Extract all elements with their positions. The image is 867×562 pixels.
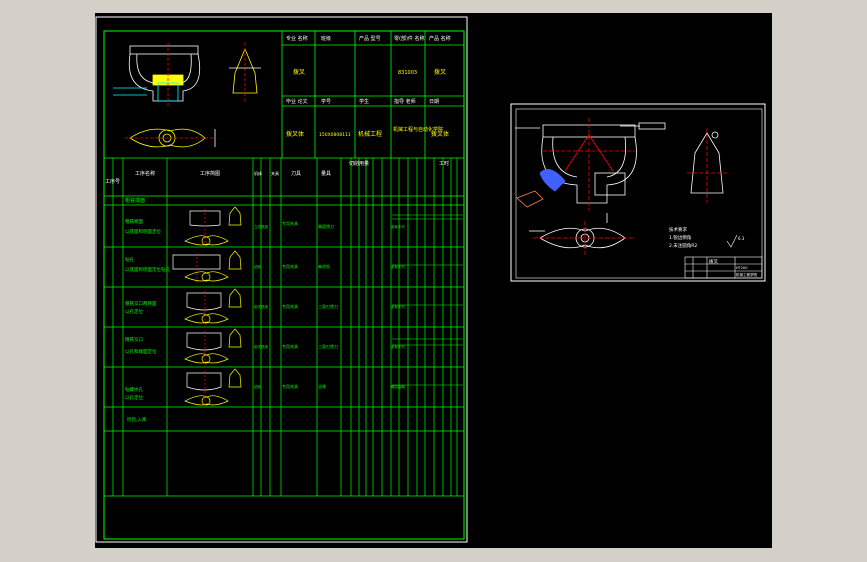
op4-fixture: 专用夹具	[282, 343, 298, 349]
hdr-v1-1: 831003	[398, 70, 417, 76]
part-sheet-frame-inner	[515, 108, 763, 279]
hdr-v2-4: 拨叉体	[431, 130, 449, 138]
op2-sketch	[172, 250, 242, 285]
cad-drawing: 专业 名称 班级 产品 型号 零(部)件 名称 产品 名称 毕业 论文 学号 学…	[95, 16, 766, 543]
hdr-v1-0: 拨叉	[293, 68, 305, 76]
hdr-r1-3: 零(部)件 名称	[394, 35, 425, 42]
col-h-7: 切削用量	[349, 160, 369, 167]
header-sketch-front	[113, 43, 201, 108]
op2-tool: 麻花钻	[318, 263, 330, 269]
op5-name: 钻螺纹孔	[125, 386, 143, 393]
numeric-cells	[392, 214, 463, 386]
op4-name: 精铣叉口	[125, 336, 143, 343]
roughness-symbol: 6.3	[726, 234, 745, 248]
header-sketch-top	[125, 128, 216, 148]
op4-desc: 以孔和端面定位	[125, 348, 157, 355]
tech-req: 技术要求 1.锐边倒角 2.未注圆角R2	[669, 226, 697, 249]
op3-sketch	[184, 288, 242, 325]
op1-sketch	[184, 206, 242, 247]
op2-name: 钻孔	[125, 256, 134, 263]
col-h-0: 工序号	[105, 178, 120, 185]
part-side-view	[687, 128, 727, 203]
op3-fixture: 专用夹具	[282, 303, 298, 309]
op5-machine: 钻床	[254, 384, 262, 389]
tech-req-0: 技术要求	[669, 226, 687, 233]
op0-hdr-name: 粗铣端面	[125, 197, 145, 204]
hdr-v1-2: 拨叉	[434, 68, 446, 76]
tb-school: 机械工程学院	[736, 272, 757, 277]
hdr-r2-3: 指导 老师	[394, 98, 416, 105]
hdr-r1-1: 班级	[321, 35, 331, 42]
op2-desc: 以底面和侧面定位钻孔	[125, 266, 170, 273]
op2-machine: 钻床	[254, 264, 262, 269]
op3-machine: 卧式铣床	[254, 304, 268, 309]
col-h-8: 工时	[439, 160, 449, 167]
hdr-r1-2: 产品 型号	[359, 35, 381, 42]
op4-tool: 三面刃铣刀	[318, 343, 338, 349]
hdr-v2-1: 150X0808111	[319, 132, 351, 138]
op3-tool: 三面刃铣刀	[318, 303, 338, 309]
op-table-grid	[104, 158, 464, 497]
part-front-view	[515, 118, 666, 223]
hdr-r2-0: 毕业 论文	[286, 98, 308, 105]
col-h-6: 量具	[321, 170, 331, 177]
col-h-2: 工序简图	[200, 170, 220, 177]
tb-material: HT200	[736, 266, 747, 270]
hdr-r2-2: 学生	[359, 98, 369, 105]
hdr-r1-0: 专业 名称	[286, 35, 308, 42]
op1-desc: 以底面和侧面定位	[125, 228, 161, 235]
hdr-r2-4: 日期	[429, 99, 439, 105]
hdr-r1-4: 产品 名称	[429, 35, 451, 42]
op4-sketch	[184, 328, 242, 365]
tech-req-1: 1.锐边倒角	[669, 234, 691, 241]
op5-desc: 以孔定位	[125, 394, 143, 401]
op5-fixture: 专用夹具	[282, 383, 298, 389]
op5-tool: 丝锥	[318, 383, 326, 389]
part-drawing-sheet: 技术要求 1.锐边倒角 2.未注圆角R2 6.3 拨叉 HT200 机械工程学院	[510, 103, 766, 282]
op1-gauge: 游标卡尺	[391, 224, 405, 229]
op1-tool: 端面铣刀	[318, 223, 334, 229]
hdr-r2-1: 学号	[321, 98, 331, 105]
header-sketch-side	[229, 43, 261, 101]
col-h-1: 工序名称	[135, 170, 155, 177]
hdr-v2-2: 机械工程	[358, 130, 382, 138]
col-h-3: 机床	[254, 170, 262, 176]
col-h-4: 夹具	[271, 170, 279, 176]
op3-name: 粗铣叉口两侧面	[125, 300, 157, 307]
op6-name: 检验,入库	[127, 416, 147, 423]
op-sketches	[172, 206, 242, 407]
op2-fixture: 专用夹具	[282, 263, 298, 269]
op5-sketch	[184, 368, 242, 407]
cad-canvas[interactable]: 专业 名称 班级 产品 型号 零(部)件 名称 产品 名称 毕业 论文 学号 学…	[95, 13, 772, 548]
part-top-view	[529, 221, 635, 255]
hdr-v2-0: 拨叉体	[286, 130, 304, 138]
tb-name: 拨叉	[709, 258, 718, 265]
part-sheet-frame-outer	[510, 103, 766, 282]
process-card-sheet: 专业 名称 班级 产品 型号 零(部)件 名称 产品 名称 毕业 论文 学号 学…	[95, 16, 468, 543]
tech-req-2: 2.未注圆角R2	[669, 242, 697, 249]
op1-name: 粗铣端面	[125, 218, 143, 225]
sheet-frame-inner	[103, 30, 465, 540]
op1-fixture: 专用夹具	[282, 220, 298, 226]
roughness-value: 6.3	[738, 236, 745, 241]
op3-desc: 以孔定位	[125, 308, 143, 315]
col-h-5: 刀具	[291, 171, 301, 177]
op1-machine: 立式铣床	[254, 224, 268, 229]
op4-machine: 卧式铣床	[254, 344, 268, 349]
